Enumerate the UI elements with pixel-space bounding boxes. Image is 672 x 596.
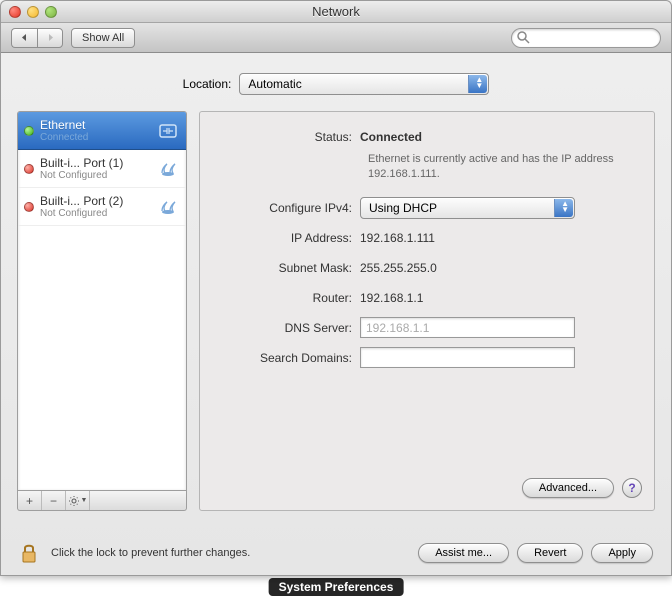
apply-button[interactable]: Apply [591,543,653,563]
search-domains-input[interactable] [360,347,575,368]
footer: Click the lock to prevent further change… [1,541,671,565]
sidebar-item-name: Built-i... Port (1) [40,156,150,170]
gear-icon [68,495,80,507]
status-dot-green-icon [24,126,34,136]
back-arrow-icon [20,33,29,42]
status-value: Connected [360,130,638,144]
sidebar-item-ethernet[interactable]: Ethernet Connected [18,112,186,150]
status-label: Status: [200,130,360,144]
main-row: Ethernet Connected Built-i... Port (1) N… [1,111,671,511]
sidebar-item-name: Built-i... Port (2) [40,194,150,208]
sidebar-item-status: Not Configured [40,208,150,219]
add-interface-button[interactable]: + [18,491,42,510]
advanced-row: Advanced... ? [522,478,642,498]
subnet-mask-label: Subnet Mask: [200,261,360,275]
router-label: Router: [200,291,360,305]
interfaces-sidebar[interactable]: Ethernet Connected Built-i... Port (1) N… [17,111,187,491]
lock-text: Click the lock to prevent further change… [51,547,410,559]
ethernet-icon [156,122,180,140]
status-dot-red-icon [24,164,34,174]
assist-me-button[interactable]: Assist me... [418,543,509,563]
location-label: Location: [183,77,232,91]
search-wrap [511,28,661,48]
sidebar-text: Built-i... Port (2) Not Configured [40,194,150,219]
sidebar-column: Ethernet Connected Built-i... Port (1) N… [17,111,187,511]
search-input[interactable] [511,28,661,48]
network-prefs-window: Network Show All Location: Automatic ▲▼ [0,0,672,576]
subnet-mask-value: 255.255.255.0 [360,261,638,275]
search-domains-label: Search Domains: [200,351,360,365]
configure-ipv4-label: Configure IPv4: [200,201,360,215]
detail-panel: Status: Connected Ethernet is currently … [199,111,655,511]
ip-address-value: 192.168.1.111 [360,231,638,245]
sidebar-item-port2[interactable]: Built-i... Port (2) Not Configured [18,188,186,226]
content-area: Location: Automatic ▲▼ Ethernet Connecte… [1,53,671,575]
location-value: Automatic [248,77,301,91]
router-value: 192.168.1.1 [360,291,638,305]
status-dot-red-icon [24,202,34,212]
configure-ipv4-value: Using DHCP [369,201,437,215]
forward-arrow-icon [46,33,55,42]
back-button[interactable] [11,28,37,48]
toolbar: Show All [1,23,671,53]
dock-label: System Preferences [269,578,404,596]
show-all-button[interactable]: Show All [71,28,135,48]
configure-ipv4-popup[interactable]: Using DHCP ▲▼ [360,197,575,219]
ip-address-label: IP Address: [200,231,360,245]
search-icon [517,31,530,44]
remove-interface-button[interactable]: − [42,491,66,510]
advanced-button[interactable]: Advanced... [522,478,614,498]
forward-button[interactable] [37,28,63,48]
interface-actions-button[interactable]: ▼ [66,491,90,510]
modem-icon [156,160,180,178]
sidebar-toolbar: + − ▼ [17,491,187,511]
status-description: Ethernet is currently active and has the… [368,152,628,183]
window-title: Network [1,4,671,19]
popup-arrows-icon: ▲▼ [561,201,569,213]
titlebar: Network [1,1,671,23]
lock-icon[interactable] [19,541,39,565]
help-button[interactable]: ? [622,478,642,498]
dns-server-input[interactable] [360,317,575,338]
sidebar-text: Built-i... Port (1) Not Configured [40,156,150,181]
dns-server-label: DNS Server: [200,321,360,335]
nav-buttons [11,28,63,48]
sidebar-item-name: Ethernet [40,118,150,132]
sidebar-item-status: Connected [40,132,150,143]
location-row: Location: Automatic ▲▼ [1,73,671,95]
location-popup[interactable]: Automatic ▲▼ [239,73,489,95]
revert-button[interactable]: Revert [517,543,583,563]
sidebar-item-port1[interactable]: Built-i... Port (1) Not Configured [18,150,186,188]
sidebar-text: Ethernet Connected [40,118,150,143]
popup-arrows-icon: ▲▼ [475,77,483,89]
modem-icon [156,198,180,216]
sidebar-item-status: Not Configured [40,170,150,181]
